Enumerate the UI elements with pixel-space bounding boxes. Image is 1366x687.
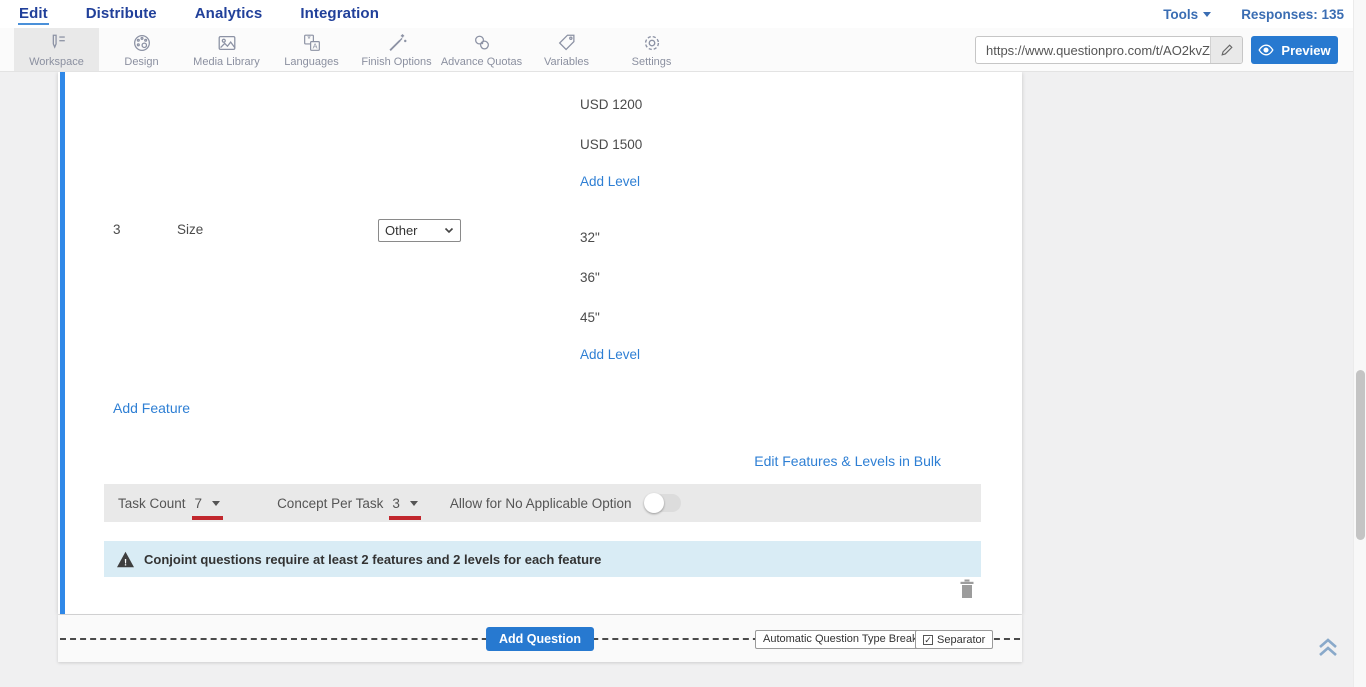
separator-label: Separator [937, 634, 985, 646]
toolbar-item-label: Advance Quotas [441, 56, 522, 68]
add-question-strip: Add Question Automatic Question Type Bre… [58, 615, 1022, 662]
top-nav-right: Tools Responses: 135 [1163, 7, 1344, 22]
separator-checkbox[interactable]: ✓ Separator [915, 630, 993, 649]
question-editor-panel: USD 1200 USD 1500 Add Level 3 Size Other… [58, 72, 1022, 614]
tools-label: Tools [1163, 7, 1198, 22]
add-feature-link[interactable]: Add Feature [113, 400, 190, 416]
responses-count[interactable]: Responses: 135 [1241, 7, 1344, 22]
conjoint-warning-banner: ! Conjoint questions require at least 2 … [104, 541, 981, 577]
page-scrollbar-track[interactable] [1353, 0, 1366, 687]
chevron-down-icon [444, 227, 454, 234]
selected-question-accent-bar [60, 72, 65, 614]
bulk-edit-link[interactable]: Edit Features & Levels in Bulk [754, 453, 941, 469]
preview-button[interactable]: Preview [1251, 36, 1338, 64]
scroll-to-top-icon[interactable] [1316, 637, 1340, 659]
languages-icon: * A [301, 32, 323, 54]
tools-menu[interactable]: Tools [1163, 7, 1211, 22]
concept-per-task-label: Concept Per Task [277, 496, 383, 511]
add-question-button[interactable]: Add Question [486, 627, 594, 651]
toolbar-item-label: Design [124, 56, 158, 68]
level-item[interactable]: 45" [580, 310, 600, 325]
design-icon [131, 32, 153, 54]
warning-text: Conjoint questions require at least 2 fe… [144, 552, 601, 567]
toolbar-item-label: Variables [544, 56, 589, 68]
toolbar-item-design[interactable]: Design [99, 28, 184, 71]
tab-analytics[interactable]: Analytics [194, 3, 264, 25]
feature-type-value: Other [385, 223, 418, 238]
toolbar-item-finish-options[interactable]: Finish Options [354, 28, 439, 71]
toolbar-item-label: Settings [632, 56, 672, 68]
feature-index: 3 [113, 222, 121, 237]
task-count-red-underline [192, 516, 224, 520]
delete-question-icon[interactable] [958, 579, 976, 599]
svg-text:A: A [312, 41, 317, 50]
toolbar-item-media-library[interactable]: Media Library [184, 28, 269, 71]
page-scrollbar-thumb[interactable] [1356, 370, 1365, 540]
task-count-value: 7 [195, 496, 203, 511]
conjoint-controls-bar: Task Count 7 Concept Per Task 3 Allow fo… [104, 484, 981, 522]
chevron-down-icon [410, 501, 418, 506]
finish-options-icon [386, 32, 408, 54]
eye-icon [1258, 44, 1274, 56]
svg-text:*: * [307, 34, 311, 44]
settings-icon [641, 32, 663, 54]
survey-url-field[interactable]: https://www.questionpro.com/t/AO2kvZ [975, 36, 1243, 64]
toggle-knob [644, 493, 664, 513]
top-nav-tabs: Edit Distribute Analytics Integration [18, 3, 380, 25]
survey-url-value: https://www.questionpro.com/t/AO2kvZ [976, 43, 1210, 58]
level-item[interactable]: USD 1500 [580, 137, 642, 152]
concept-per-task-red-underline [389, 516, 421, 520]
variables-icon [556, 32, 578, 54]
workspace-icon [46, 32, 68, 54]
preview-label: Preview [1281, 43, 1330, 58]
toolbar-item-label: Languages [284, 56, 338, 68]
add-level-link[interactable]: Add Level [580, 347, 640, 362]
svg-text:!: ! [124, 557, 127, 567]
no-applicable-option-label: Allow for No Applicable Option [450, 496, 632, 511]
chevron-down-icon [212, 501, 220, 506]
toolbar-item-label: Workspace [29, 56, 84, 68]
tab-distribute[interactable]: Distribute [85, 3, 158, 25]
toolbar-item-languages[interactable]: * A Languages [269, 28, 354, 71]
task-count-dropdown[interactable]: 7 [195, 496, 221, 511]
media-library-icon [216, 32, 238, 54]
feature-type-select[interactable]: Other [378, 219, 461, 242]
toolbar-item-advance-quotas[interactable]: Advance Quotas [439, 28, 524, 71]
checkbox-checked-icon[interactable]: ✓ [923, 635, 933, 645]
tab-edit[interactable]: Edit [18, 3, 49, 25]
task-count-label: Task Count [118, 496, 186, 511]
toolbar-item-label: Media Library [193, 56, 260, 68]
add-level-link[interactable]: Add Level [580, 174, 640, 189]
toolbar-item-variables[interactable]: Variables [524, 28, 609, 71]
no-applicable-option-toggle[interactable] [645, 494, 681, 512]
level-item[interactable]: USD 1200 [580, 97, 642, 112]
pencil-icon [1220, 43, 1234, 57]
level-item[interactable]: 36" [580, 270, 600, 285]
top-nav: Edit Distribute Analytics Integration To… [0, 0, 1366, 28]
toolbar-item-settings[interactable]: Settings [609, 28, 694, 71]
warning-icon: ! [116, 551, 135, 568]
concept-per-task-value: 3 [392, 496, 400, 511]
advance-quotas-icon [471, 32, 493, 54]
chevron-down-icon [1203, 12, 1211, 17]
concept-per-task-dropdown[interactable]: 3 [392, 496, 418, 511]
toolbar-item-workspace[interactable]: Workspace [14, 28, 99, 71]
edit-url-button[interactable] [1210, 37, 1242, 63]
tab-integration[interactable]: Integration [299, 3, 380, 25]
toolbar-item-label: Finish Options [361, 56, 431, 68]
feature-name[interactable]: Size [177, 222, 203, 237]
level-item[interactable]: 32" [580, 230, 600, 245]
auto-question-type-break-label: Automatic Question Type Break [755, 630, 926, 649]
